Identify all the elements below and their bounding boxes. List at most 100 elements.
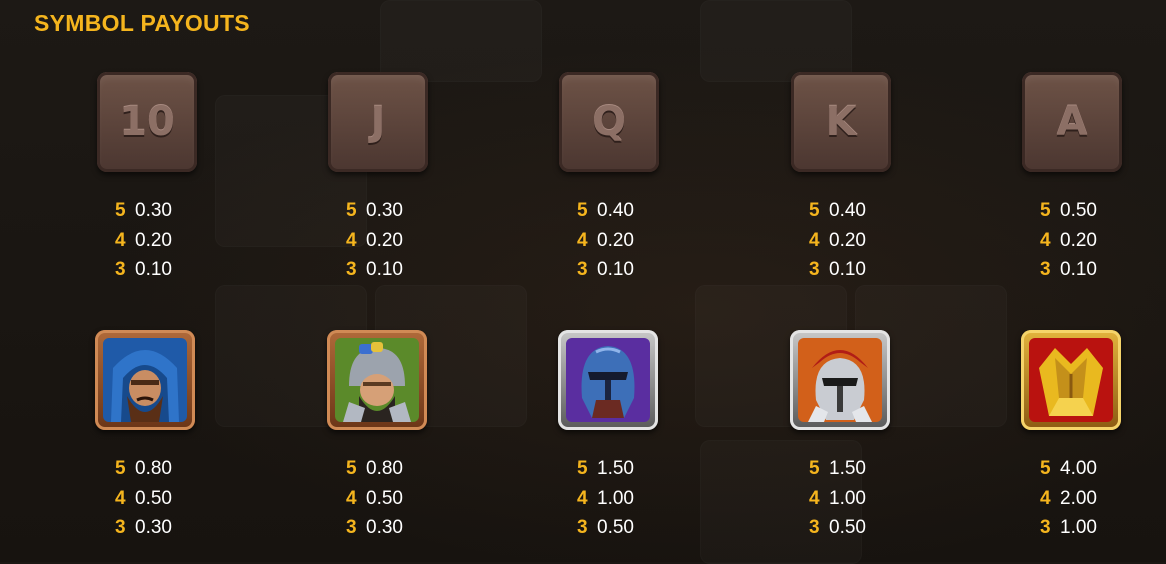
blue-hooded-dwarf-icon [93,328,197,432]
payout-value: 0.30 [135,200,172,221]
payout-count: 5 [346,200,357,221]
payout-value: 0.30 [135,517,172,538]
payout-value: 0.10 [1060,259,1097,280]
payout-row: 5 0.80 [115,454,235,484]
payout-list: 5 0.40 4 0.20 3 0.10 [577,196,697,285]
payout-value: 1.00 [829,487,866,509]
symbol-label: 10 [119,99,175,145]
payout-value: 4.00 [1060,458,1097,479]
payout-count: 3 [1040,259,1051,280]
payout-value: 0.80 [135,458,172,479]
payout-value: 0.20 [1060,229,1097,251]
payout-value: 1.00 [597,487,634,509]
symbol-label: A [1056,99,1088,145]
payout-row: 5 1.50 [577,454,697,484]
payout-row: 3 0.30 [115,513,235,543]
symbol-k-icon: K [789,70,893,174]
payout-value: 0.50 [597,517,634,538]
payout-value: 0.40 [829,200,866,221]
payout-count: 5 [809,458,820,479]
payout-list: 5 1.50 4 1.00 3 0.50 [809,454,929,543]
payout-value: 0.10 [135,259,172,280]
payout-count: 4 [1040,487,1051,509]
red-crest-helmet-icon [788,328,892,432]
payout-row: 4 0.20 [809,226,929,256]
payout-count: 3 [809,259,820,280]
payout-list: 5 0.80 4 0.50 3 0.30 [115,454,235,543]
payout-value: 0.30 [366,200,403,221]
payout-value: 0.20 [829,229,866,251]
symbol-label: K [825,99,857,145]
payout-row: 4 0.50 [346,484,466,514]
symbol-label: Q [591,99,626,145]
payout-row: 5 0.50 [1040,196,1160,226]
payout-count: 3 [1040,517,1051,538]
payout-row: 5 0.30 [346,196,466,226]
payout-value: 0.20 [366,229,403,251]
symbol-q-icon: Q [557,70,661,174]
payout-count: 3 [115,259,126,280]
payout-count: 5 [809,200,820,221]
payout-value: 2.00 [1060,487,1097,509]
payout-count: 3 [346,259,357,280]
payout-count: 3 [346,517,357,538]
payout-value: 1.00 [1060,517,1097,538]
payout-count: 4 [577,229,588,251]
payout-value: 1.50 [597,458,634,479]
payout-list: 5 0.50 4 0.20 3 0.10 [1040,196,1160,285]
payout-count: 4 [115,487,126,509]
payout-count: 5 [1040,200,1051,221]
payout-count: 5 [577,458,588,479]
payout-count: 5 [346,458,357,479]
payout-row: 5 0.80 [346,454,466,484]
payout-list: 5 4.00 4 2.00 3 1.00 [1040,454,1160,543]
payout-row: 5 0.40 [577,196,697,226]
payout-value: 0.10 [366,259,403,280]
payout-value: 0.80 [366,458,403,479]
payout-row: 5 0.40 [809,196,929,226]
payout-count: 4 [577,487,588,509]
payout-count: 3 [577,259,588,280]
payout-count: 4 [1040,229,1051,251]
payout-value: 0.10 [829,259,866,280]
payout-list: 5 0.80 4 0.50 3 0.30 [346,454,466,543]
payout-row: 4 1.00 [577,484,697,514]
payout-value: 0.20 [597,229,634,251]
payout-row: 4 0.20 [1040,226,1160,256]
helmeted-dwarf-icon [325,328,429,432]
payout-row: 5 4.00 [1040,454,1160,484]
payout-list: 5 0.30 4 0.20 3 0.10 [346,196,466,285]
payout-row: 5 0.30 [115,196,235,226]
symbol-10-icon: 10 [95,70,199,174]
payout-count: 4 [809,229,820,251]
payout-row: 4 1.00 [809,484,929,514]
payout-value: 0.20 [135,229,172,251]
symbol-payout-grid: 10 J Q K A 5 0.30 4 0.20 3 0.10 5 0.30 4 0.20… [0,0,1166,562]
payout-row: 4 0.50 [115,484,235,514]
payout-row: 4 2.00 [1040,484,1160,514]
payout-count: 5 [1040,458,1051,479]
golden-armor-icon [1019,328,1123,432]
blue-knight-helmet-icon [556,328,660,432]
payout-value: 1.50 [829,458,866,479]
payout-count: 3 [577,517,588,538]
payout-row: 3 0.10 [1040,255,1160,285]
payout-count: 5 [115,458,126,479]
payout-list: 5 1.50 4 1.00 3 0.50 [577,454,697,543]
symbol-label: J [370,99,386,145]
symbol-j-icon: J [326,70,430,174]
payout-row: 3 0.50 [577,513,697,543]
payout-count: 5 [115,200,126,221]
payout-count: 4 [346,487,357,509]
payout-count: 3 [809,517,820,538]
payout-row: 3 0.10 [577,255,697,285]
payout-value: 0.50 [1060,200,1097,221]
payout-value: 0.50 [366,487,403,509]
payout-list: 5 0.40 4 0.20 3 0.10 [809,196,929,285]
payout-row: 3 0.10 [115,255,235,285]
payout-value: 0.50 [135,487,172,509]
payout-count: 4 [115,229,126,251]
payout-row: 4 0.20 [346,226,466,256]
payout-row: 5 1.50 [809,454,929,484]
payout-row: 3 0.30 [346,513,466,543]
